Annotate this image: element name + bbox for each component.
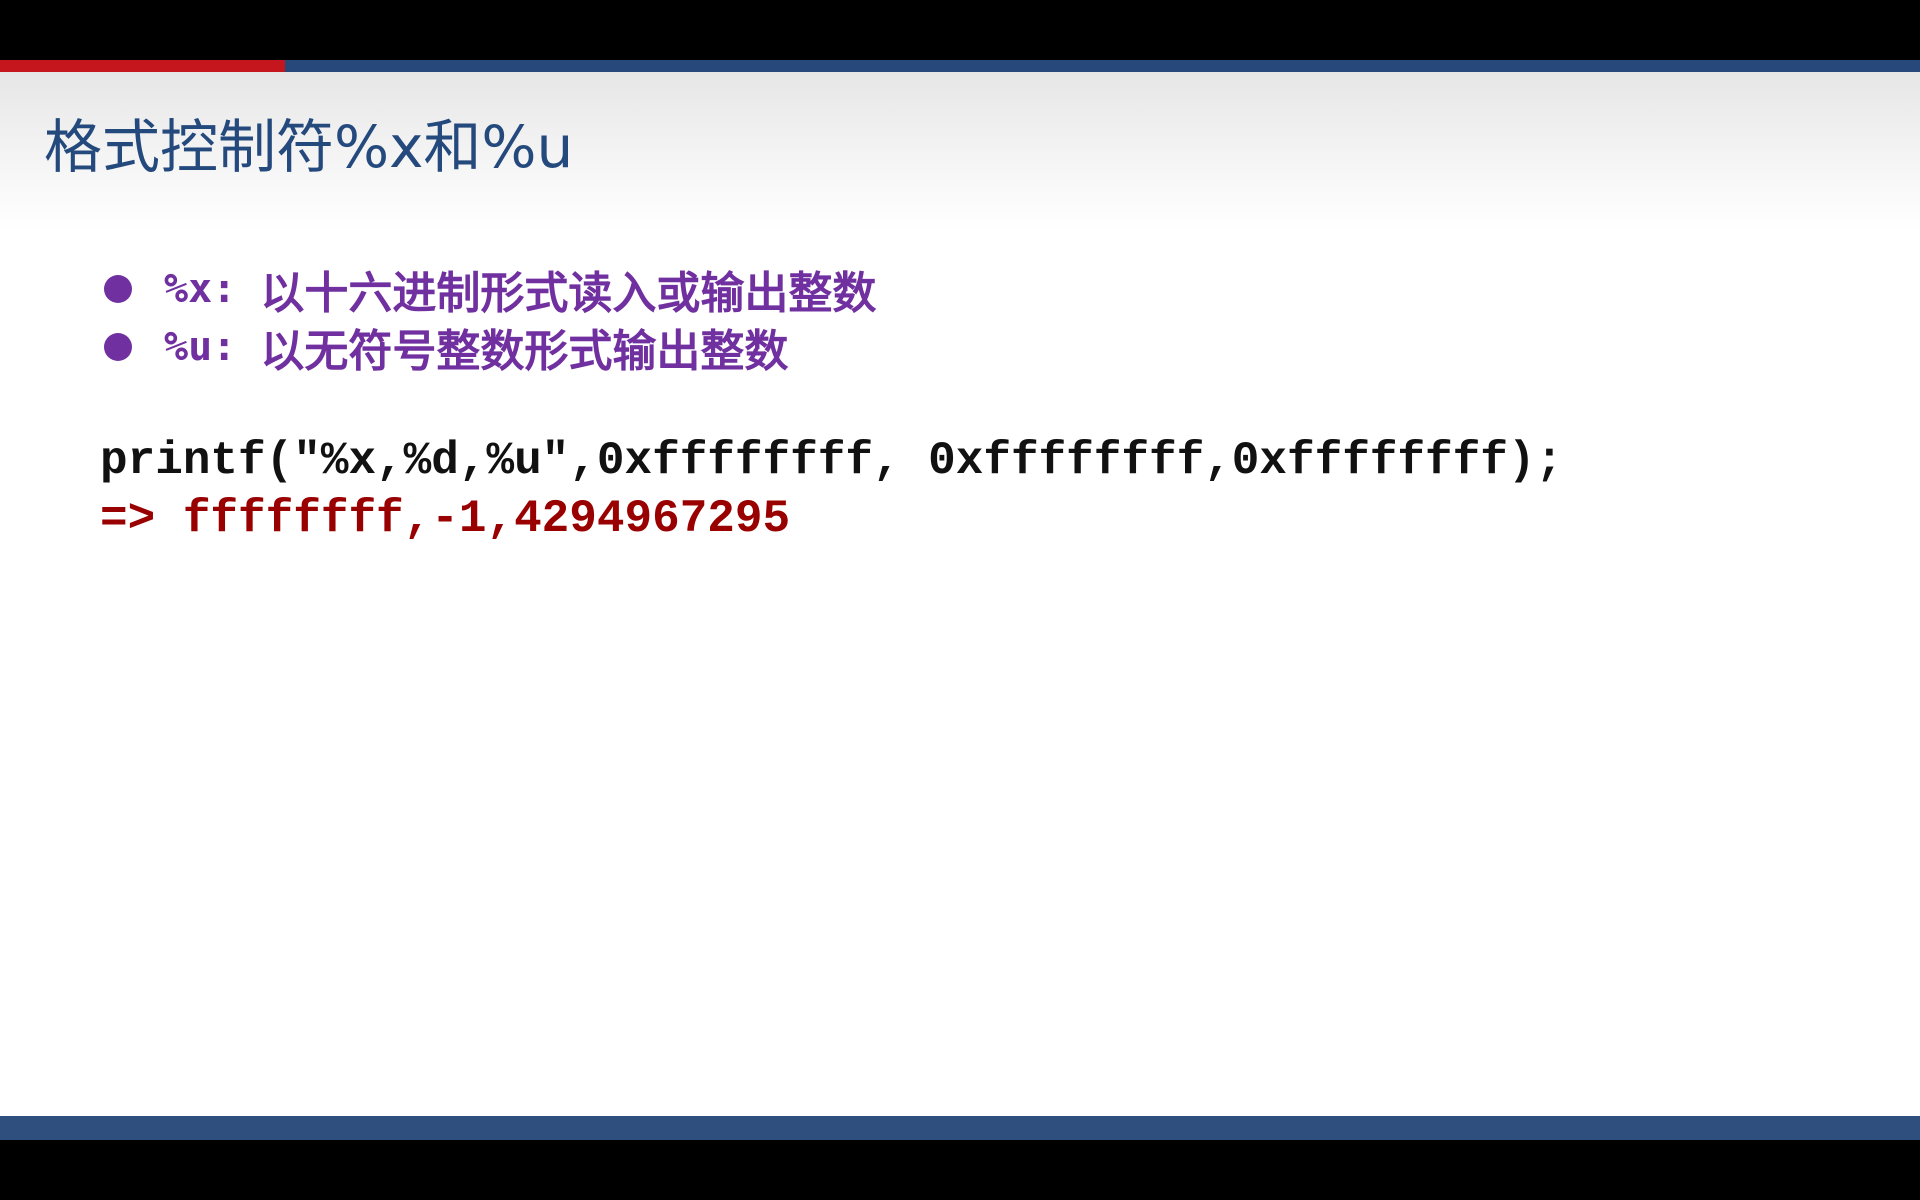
bullet-item: %x: 以十六进制形式读入或输出整数 xyxy=(104,260,877,319)
code-output: => ffffffff,-1,4294967295 xyxy=(100,493,791,545)
bullet-dot-icon xyxy=(104,275,132,303)
code-example: printf("%x,%d,%u",0xffffffff, 0xffffffff… xyxy=(100,432,1563,548)
bullet-format-specifier: %x: xyxy=(164,266,261,312)
code-printf-call: printf("%x,%d,%u",0xffffffff, 0xffffffff… xyxy=(100,435,1564,487)
video-frame: 格式控制符%x和%u %x: 以十六进制形式读入或输出整数 %u: 以无符号整数… xyxy=(0,0,1920,1200)
bullet-description: 以无符号整数形式输出整数 xyxy=(260,326,789,377)
bullet-dot-icon xyxy=(104,333,132,361)
slide: 格式控制符%x和%u %x: 以十六进制形式读入或输出整数 %u: 以无符号整数… xyxy=(0,60,1920,1140)
bullet-list: %x: 以十六进制形式读入或输出整数 %u: 以无符号整数形式输出整数 xyxy=(104,260,877,377)
bullet-item: %u: 以无符号整数形式输出整数 xyxy=(104,318,876,377)
bottom-accent-bar xyxy=(0,1116,1920,1140)
title-band: 格式控制符%x和%u xyxy=(0,72,1920,230)
slide-title: 格式控制符%x和%u xyxy=(44,113,574,181)
bullet-description: 以十六进制形式读入或输出整数 xyxy=(260,268,877,319)
bullet-format-specifier: %u: xyxy=(164,324,261,370)
top-accent-red-segment xyxy=(0,60,285,72)
